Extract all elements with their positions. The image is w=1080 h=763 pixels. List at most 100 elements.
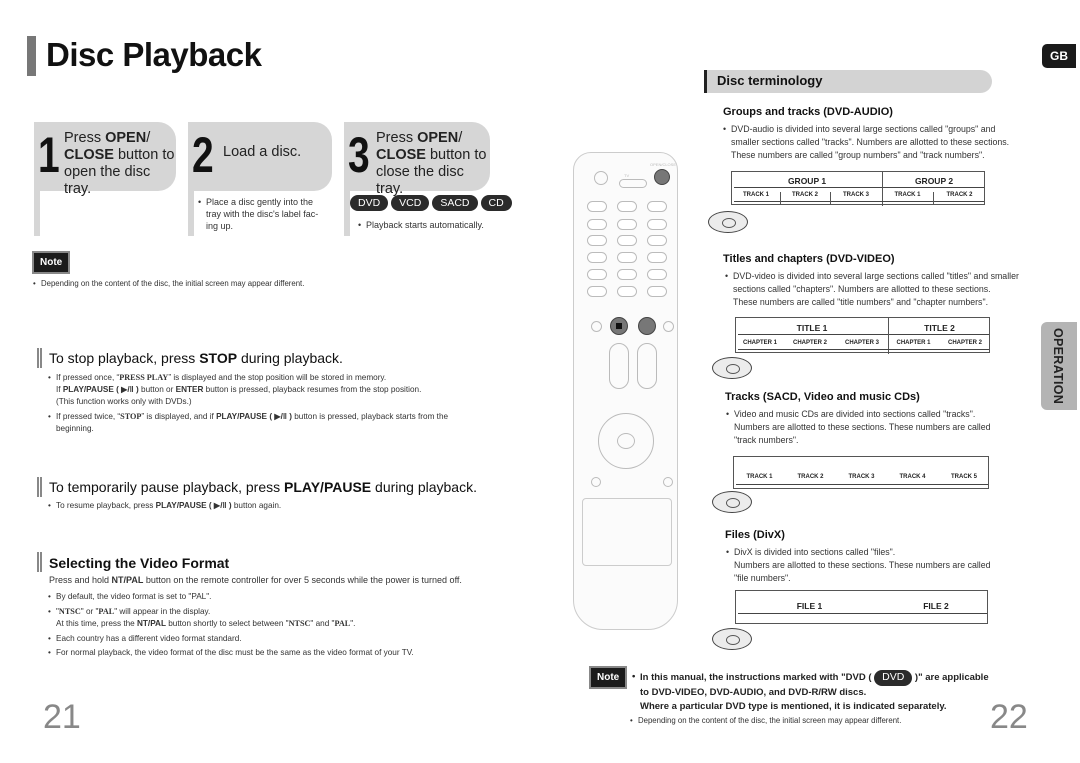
title-label: TITLE 1 [796, 323, 828, 333]
volume-rocker [609, 343, 629, 389]
step-1: 1 Press OPEN/ CLOSE button to open the d… [34, 122, 176, 236]
track-divider [933, 192, 934, 204]
title-arrow [738, 334, 989, 335]
note-label: Note [32, 251, 71, 274]
digit-0-button [617, 286, 637, 297]
track-label: TRACK 2 [946, 192, 973, 198]
play-pause-button [638, 317, 656, 335]
chapter-label: CHAPTER 3 [844, 340, 879, 346]
open-close-button [654, 169, 670, 185]
track-arrow [734, 201, 984, 202]
badge-dvd: DVD [874, 670, 913, 686]
badge-dvd: DVD [350, 195, 389, 211]
digit-8-button [617, 269, 637, 280]
track-label: TRACK 3 [842, 192, 869, 198]
dvd-button [587, 219, 607, 230]
digit-7-button [587, 269, 607, 280]
disc-icon [708, 211, 748, 233]
section-bar [37, 552, 43, 572]
track-label: TRACK 1 [894, 192, 921, 198]
badge-sacd: SACD [432, 195, 478, 211]
disc-icon [712, 357, 752, 379]
remain-button [587, 286, 607, 297]
badge-vcd: VCD [391, 195, 430, 211]
file-arrow [738, 613, 987, 614]
dvd-logo-button [594, 171, 608, 185]
skip-back-button [591, 321, 602, 332]
titles-diagram: TITLE 1 TITLE 2 CHAPTER 1 CHAPTER 2 CHAP… [735, 317, 990, 354]
group-arrow [734, 187, 984, 188]
badge-cd: CD [480, 195, 512, 211]
aux-button [647, 219, 667, 230]
disc-terminology-header: Disc terminology [704, 70, 992, 93]
tv-label: TV [624, 173, 630, 178]
step-2-bullet: Place a disc gently into the tray with t… [198, 196, 326, 232]
step-1-header: 1 Press OPEN/ CLOSE button to open the d… [34, 122, 176, 197]
track-divider [830, 192, 831, 204]
track-arrow [736, 484, 988, 485]
cancel-button [647, 286, 667, 297]
tuner-button [617, 219, 637, 230]
titles-subheading: Titles and chapters (DVD-VIDEO) [723, 253, 895, 265]
tracks-subheading: Tracks (SACD, Video and music CDs) [725, 391, 920, 403]
titles-description: DVD-video is divided into several large … [733, 270, 1019, 309]
operation-section-tab: OPERATION [1041, 322, 1077, 410]
group-label: GROUP 1 [787, 176, 827, 186]
groups-description: DVD-audio is divided into several large … [731, 123, 1009, 162]
stop-button [610, 317, 628, 335]
sleep-button [587, 201, 607, 212]
page-title: Disc Playback [46, 36, 262, 73]
file-label: FILE 2 [923, 601, 949, 611]
stop-section-body: If pressed once, “PRESS PLAY” is display… [56, 372, 496, 435]
chapter-label: CHAPTER 2 [792, 340, 827, 346]
track-label: TRACK 3 [848, 474, 875, 480]
step-number: 1 [38, 127, 60, 183]
track-divider [780, 192, 781, 204]
step-3-text: Press OPEN/ CLOSE button to close the di… [376, 130, 487, 197]
step-2-header: 2 Load a disc. [188, 122, 332, 191]
step-number: 3 [348, 127, 370, 183]
return-button [591, 477, 601, 487]
group-label: GROUP 2 [914, 176, 954, 186]
chapter-arrow [738, 349, 989, 350]
tv-dvd-selector [619, 179, 647, 188]
note-right-text: In this manual, the instructions marked … [640, 670, 989, 713]
digit-3-button [647, 235, 667, 246]
page-number-right: 22 [990, 698, 1028, 736]
open-close-label: OPEN/CLOSE [650, 162, 677, 167]
remote-control-illustration: OPEN/CLOSE TV [573, 152, 678, 630]
video-format-intro: Press and hold NT/PAL button on the remo… [49, 575, 462, 585]
digit-2-button [617, 235, 637, 246]
pause-section-title: To temporarily pause playback, press PLA… [49, 479, 477, 495]
digit-6-button [647, 252, 667, 263]
chapter-label: CHAPTER 1 [896, 340, 931, 346]
enter-button [617, 433, 635, 449]
function-button-panel [582, 498, 672, 566]
section-bar [37, 348, 43, 368]
play-pause-icon: ( ▶/‖ ) [208, 501, 232, 510]
note-label: Note [589, 666, 628, 689]
step-number: 2 [192, 127, 214, 183]
groups-diagram: GROUP 1 GROUP 2 TRACK 1 TRACK 2 TRACK 3 … [731, 171, 985, 206]
digit-5-button [617, 252, 637, 263]
video-format-title: Selecting the Video Format [49, 555, 230, 571]
step-stem [188, 191, 194, 236]
play-pause-icon: ( ▶/‖ ) [269, 412, 292, 421]
skip-forward-button [663, 321, 674, 332]
step-2: 2 Load a disc. Place a disc gently into … [188, 122, 332, 236]
stop-icon [616, 323, 622, 329]
files-diagram: FILE 1 FILE 2 [735, 590, 988, 624]
track-label: TRACK 2 [791, 192, 818, 198]
digit-9-button [647, 269, 667, 280]
step-stem [34, 191, 40, 236]
tv-video-button [647, 201, 667, 212]
mute-button [663, 477, 673, 487]
track-label: TRACK 2 [797, 474, 824, 480]
file-label: FILE 1 [796, 601, 823, 611]
digit-4-button [587, 252, 607, 263]
pause-section-body: To resume playback, press PLAY/PAUSE ( ▶… [56, 500, 496, 512]
title-accent-bar [27, 36, 36, 76]
step-3: 3 Press OPEN/ CLOSE button to close the … [344, 122, 512, 236]
note-right-small: Depending on the content of the disc, th… [630, 715, 901, 726]
section-bar [37, 477, 43, 497]
